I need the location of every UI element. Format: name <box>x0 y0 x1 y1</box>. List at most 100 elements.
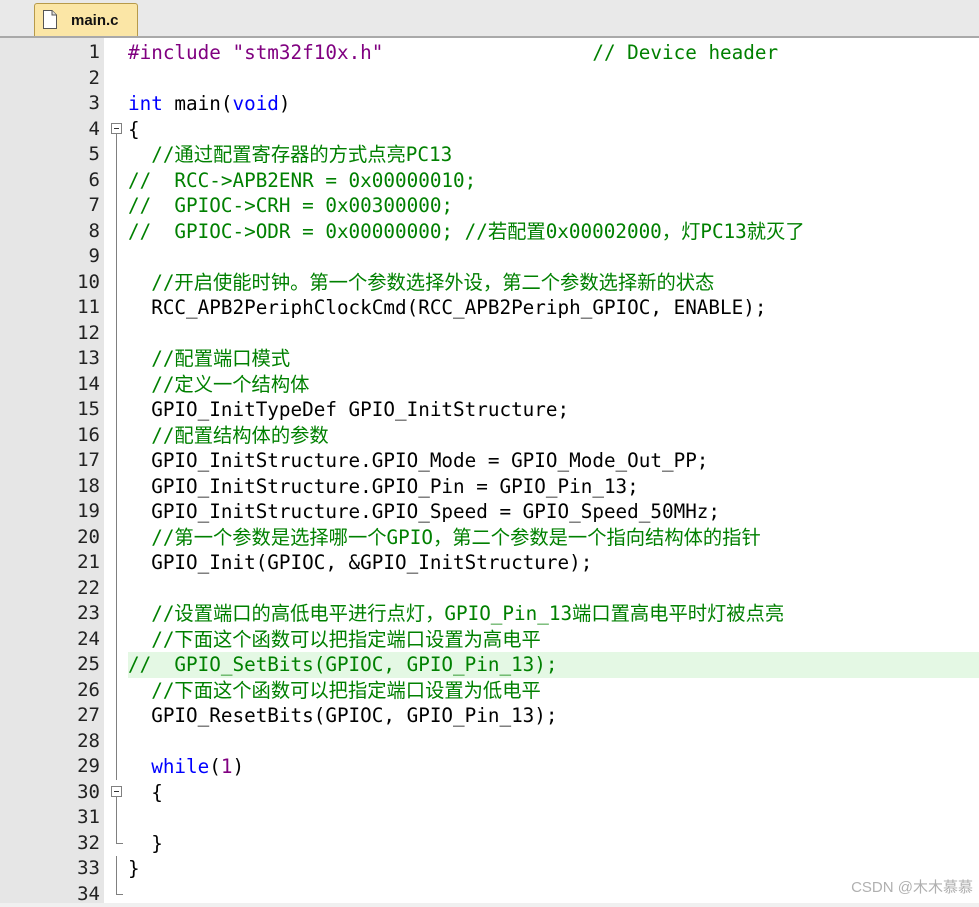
code-line[interactable]: 21 GPIO_Init(GPIOC, &GPIO_InitStructure)… <box>0 550 979 576</box>
code-text[interactable]: // RCC->APB2ENR = 0x00000010; <box>128 168 979 194</box>
code-line[interactable]: 4{ <box>0 117 979 143</box>
code-token: GPIO_ResetBits(GPIOC, GPIO_Pin_13); <box>128 704 558 727</box>
code-text[interactable]: //定义一个结构体 <box>128 372 979 398</box>
code-line[interactable]: 6// RCC->APB2ENR = 0x00000010; <box>0 168 979 194</box>
code-text[interactable]: RCC_APB2PeriphClockCmd(RCC_APB2Periph_GP… <box>128 295 979 321</box>
code-text[interactable]: //第一个参数是选择哪一个GPIO，第二个参数是一个指向结构体的指针 <box>128 525 979 551</box>
fold-guide <box>108 168 126 194</box>
code-line[interactable]: 15 GPIO_InitTypeDef GPIO_InitStructure; <box>0 397 979 423</box>
code-text[interactable]: //下面这个函数可以把指定端口设置为高电平 <box>128 627 979 653</box>
code-line[interactable]: 5 //通过配置寄存器的方式点亮PC13 <box>0 142 979 168</box>
code-text[interactable]: { <box>128 117 979 143</box>
code-text[interactable] <box>128 66 979 92</box>
code-line[interactable]: 34 <box>0 882 979 907</box>
line-number: 31 <box>0 805 100 831</box>
code-line[interactable]: 27 GPIO_ResetBits(GPIOC, GPIO_Pin_13); <box>0 703 979 729</box>
code-line[interactable]: 18 GPIO_InitStructure.GPIO_Pin = GPIO_Pi… <box>0 474 979 500</box>
code-line[interactable]: 30 { <box>0 780 979 806</box>
fold-guide <box>108 678 126 704</box>
line-number: 1 <box>0 40 100 66</box>
code-token: { <box>128 118 140 141</box>
tab-label: main.c <box>71 12 119 29</box>
code-line[interactable]: 29 while(1) <box>0 754 979 780</box>
code-text[interactable]: GPIO_Init(GPIOC, &GPIO_InitStructure); <box>128 550 979 576</box>
code-text[interactable]: int main(void) <box>128 91 979 117</box>
code-text[interactable]: #include "stm32f10x.h" // Device header <box>128 40 979 66</box>
code-text[interactable]: GPIO_InitTypeDef GPIO_InitStructure; <box>128 397 979 423</box>
code-text[interactable]: //设置端口的高低电平进行点灯，GPIO_Pin_13端口置高电平时灯被点亮 <box>128 601 979 627</box>
line-number: 26 <box>0 678 100 704</box>
code-line[interactable]: 20 //第一个参数是选择哪一个GPIO，第二个参数是一个指向结构体的指针 <box>0 525 979 551</box>
code-token: GPIO_InitStructure.GPIO_Pin = GPIO_Pin_1… <box>128 475 639 498</box>
code-line[interactable]: 26 //下面这个函数可以把指定端口设置为低电平 <box>0 678 979 704</box>
line-number: 4 <box>0 117 100 143</box>
code-line[interactable]: 2 <box>0 66 979 92</box>
code-text[interactable]: { <box>128 780 979 806</box>
code-text[interactable]: // GPIOC->CRH = 0x00300000; <box>128 193 979 219</box>
fold-guide <box>108 550 126 576</box>
line-number: 2 <box>0 66 100 92</box>
fold-collapse-icon[interactable] <box>108 117 126 143</box>
code-text[interactable] <box>128 576 979 602</box>
code-line[interactable]: 28 <box>0 729 979 755</box>
code-token: // GPIOC->ODR = 0x00000000; //若配置0x00002… <box>128 220 805 243</box>
fold-guide <box>108 423 126 449</box>
code-text[interactable] <box>128 729 979 755</box>
code-line[interactable]: 23 //设置端口的高低电平进行点灯，GPIO_Pin_13端口置高电平时灯被点… <box>0 601 979 627</box>
code-text[interactable]: GPIO_InitStructure.GPIO_Mode = GPIO_Mode… <box>128 448 979 474</box>
fold-guide <box>108 601 126 627</box>
code-line[interactable]: 12 <box>0 321 979 347</box>
line-number: 21 <box>0 550 100 576</box>
code-editor[interactable]: 1 #include "stm32f10x.h" // Device header… <box>0 38 979 903</box>
code-text[interactable]: GPIO_ResetBits(GPIOC, GPIO_Pin_13); <box>128 703 979 729</box>
line-number: 34 <box>0 882 100 907</box>
code-text[interactable]: //开启使能时钟。第一个参数选择外设，第二个参数选择新的状态 <box>128 270 979 296</box>
code-token <box>128 755 151 778</box>
line-number: 25 <box>0 652 100 678</box>
code-line[interactable]: 13 //配置端口模式 <box>0 346 979 372</box>
watermark: CSDN @木木慕慕 <box>851 876 973 897</box>
code-text[interactable] <box>128 244 979 270</box>
code-text[interactable]: } <box>128 831 979 857</box>
code-text[interactable] <box>128 321 979 347</box>
code-line[interactable]: 8// GPIOC->ODR = 0x00000000; //若配置0x0000… <box>0 219 979 245</box>
code-line[interactable]: 16 //配置结构体的参数 <box>0 423 979 449</box>
code-text[interactable]: //下面这个函数可以把指定端口设置为低电平 <box>128 678 979 704</box>
code-line[interactable]: 22 <box>0 576 979 602</box>
code-text[interactable]: while(1) <box>128 754 979 780</box>
code-line[interactable]: 7 // GPIOC->CRH = 0x00300000; <box>0 193 979 219</box>
fold-guide <box>108 448 126 474</box>
code-text[interactable]: //配置端口模式 <box>128 346 979 372</box>
code-line[interactable]: 31 <box>0 805 979 831</box>
code-text[interactable]: //配置结构体的参数 <box>128 423 979 449</box>
code-line[interactable]: 11 RCC_APB2PeriphClockCmd(RCC_APB2Periph… <box>0 295 979 321</box>
code-line[interactable]: 32 } <box>0 831 979 857</box>
code-line[interactable]: 9 <box>0 244 979 270</box>
code-line[interactable]: 33} <box>0 856 979 882</box>
code-text[interactable]: // GPIO_SetBits(GPIOC, GPIO_Pin_13); <box>128 652 979 678</box>
fold-guide <box>108 244 126 270</box>
code-line[interactable]: 19 GPIO_InitStructure.GPIO_Speed = GPIO_… <box>0 499 979 525</box>
code-text[interactable]: //通过配置寄存器的方式点亮PC13 <box>128 142 979 168</box>
code-line[interactable]: 24 //下面这个函数可以把指定端口设置为高电平 <box>0 627 979 653</box>
code-line[interactable]: 1 #include "stm32f10x.h" // Device header <box>0 40 979 66</box>
fold-collapse-icon[interactable] <box>108 780 126 806</box>
line-number: 24 <box>0 627 100 653</box>
code-token: //开启使能时钟。第一个参数选择外设，第二个参数选择新的状态 <box>128 271 714 294</box>
tab-main-c[interactable]: main.c <box>34 3 138 36</box>
line-number: 33 <box>0 856 100 882</box>
code-text[interactable] <box>128 805 979 831</box>
code-text[interactable]: // GPIOC->ODR = 0x00000000; //若配置0x00002… <box>128 219 979 245</box>
line-number: 3 <box>0 91 100 117</box>
code-line[interactable]: 17 GPIO_InitStructure.GPIO_Mode = GPIO_M… <box>0 448 979 474</box>
code-token: #include <box>128 41 232 64</box>
code-line[interactable]: 14 //定义一个结构体 <box>0 372 979 398</box>
line-number: 7 <box>0 193 100 219</box>
code-line[interactable]: 10 //开启使能时钟。第一个参数选择外设，第二个参数选择新的状态 <box>0 270 979 296</box>
code-line[interactable]: 3 int main(void) <box>0 91 979 117</box>
code-line[interactable]: 25 // GPIO_SetBits(GPIOC, GPIO_Pin_13); <box>0 652 979 678</box>
fold-guide <box>108 270 126 296</box>
code-text[interactable]: GPIO_InitStructure.GPIO_Speed = GPIO_Spe… <box>128 499 979 525</box>
fold-guide <box>108 499 126 525</box>
code-text[interactable]: GPIO_InitStructure.GPIO_Pin = GPIO_Pin_1… <box>128 474 979 500</box>
